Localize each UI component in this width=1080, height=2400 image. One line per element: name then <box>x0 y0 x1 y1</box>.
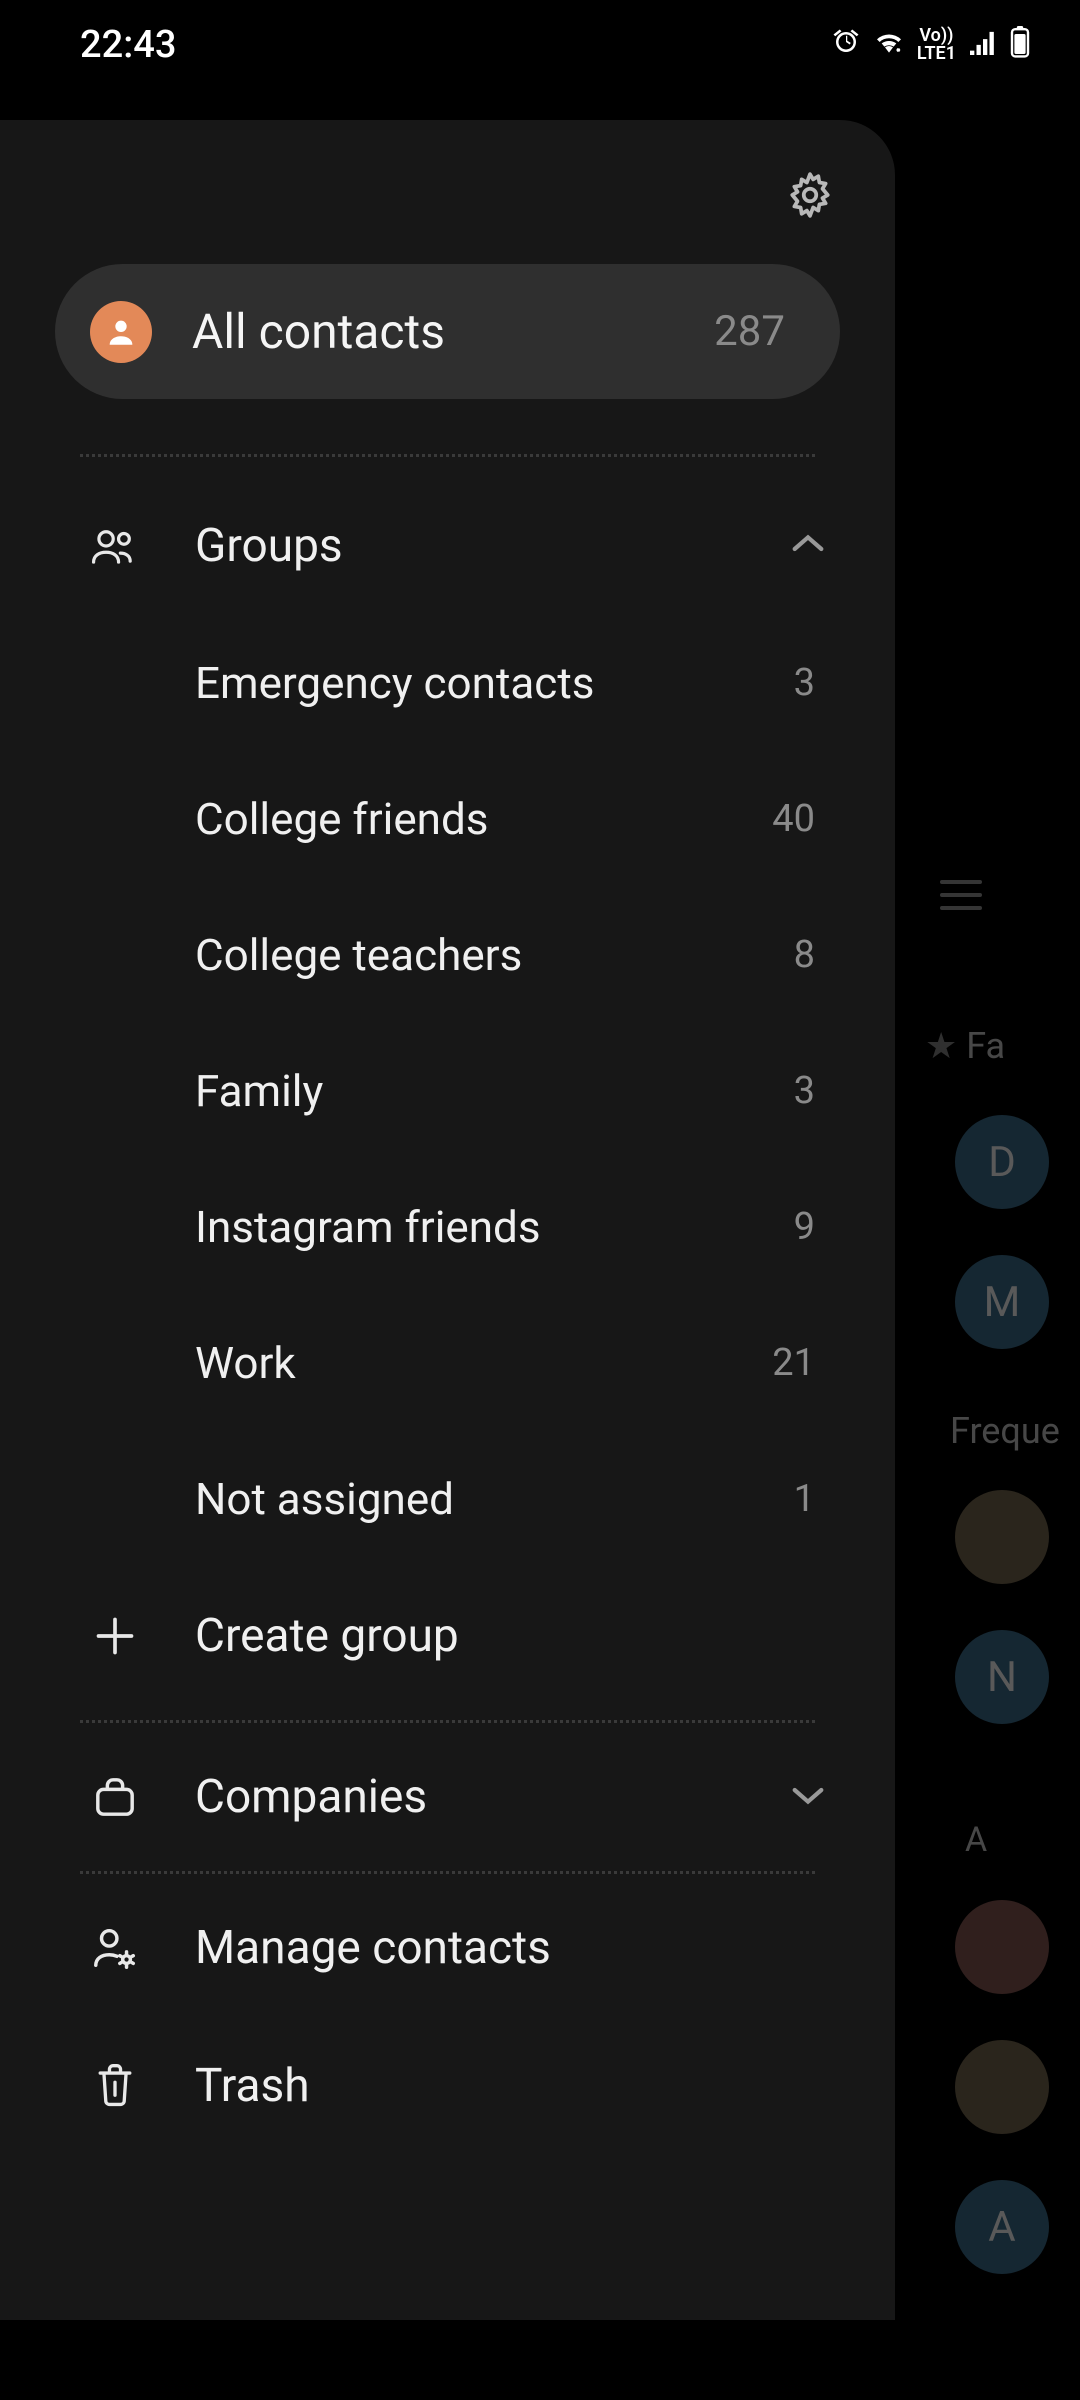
group-item-college-friends[interactable]: College friends 40 <box>0 751 895 887</box>
favorites-header: ★ Fa <box>925 1025 1005 1067</box>
group-count: 3 <box>794 661 815 705</box>
contact-avatar[interactable] <box>955 1900 1049 1994</box>
trash-icon <box>90 2062 140 2110</box>
groups-label: Groups <box>195 519 791 573</box>
group-item-instagram[interactable]: Instagram friends 9 <box>0 1159 895 1295</box>
wifi-icon <box>873 28 905 63</box>
companies-label: Companies <box>195 1770 791 1824</box>
contact-avatar[interactable]: N <box>955 1630 1049 1724</box>
status-time: 22:43 <box>80 23 176 67</box>
group-count: 40 <box>772 797 815 841</box>
group-count: 1 <box>794 1477 815 1521</box>
divider <box>80 1720 815 1723</box>
group-count: 3 <box>794 1069 815 1113</box>
group-label: College teachers <box>195 929 794 981</box>
briefcase-icon <box>90 1776 140 1818</box>
contact-avatar[interactable]: D <box>955 1115 1049 1209</box>
contact-avatar[interactable] <box>955 1490 1049 1584</box>
divider <box>80 1871 815 1874</box>
signal-icon <box>968 29 998 62</box>
chevron-up-icon <box>791 534 825 558</box>
group-item-emergency[interactable]: Emergency contacts 3 <box>0 615 895 751</box>
settings-icon[interactable] <box>785 170 835 224</box>
status-bar: 22:43 Vo)) LTE1 <box>0 0 1080 90</box>
create-group-label: Create group <box>195 1609 825 1663</box>
contact-avatar[interactable]: A <box>955 2180 1049 2274</box>
background-contacts: ★ Fa D M Freque N A A <box>895 120 1080 2400</box>
group-label: Work <box>195 1337 772 1389</box>
group-label: Not assigned <box>195 1473 794 1525</box>
group-item-work[interactable]: Work 21 <box>0 1295 895 1431</box>
person-icon <box>90 301 152 363</box>
trash-label: Trash <box>195 2059 825 2113</box>
group-item-not-assigned[interactable]: Not assigned 1 <box>0 1431 895 1567</box>
status-icons: Vo)) LTE1 <box>831 26 1030 65</box>
group-count: 9 <box>794 1205 815 1249</box>
lte-indicator: Vo)) LTE1 <box>917 27 956 63</box>
contact-avatar[interactable] <box>955 2040 1049 2134</box>
create-group-button[interactable]: Create group <box>0 1567 895 1705</box>
groups-icon <box>90 526 140 566</box>
companies-section[interactable]: Companies <box>0 1728 895 1866</box>
alarm-icon <box>831 27 861 64</box>
manage-contacts-label: Manage contacts <box>195 1921 825 1975</box>
groups-section-header[interactable]: Groups <box>0 477 895 615</box>
chevron-down-icon <box>791 1785 825 1809</box>
group-label: Emergency contacts <box>195 657 794 709</box>
group-item-college-teachers[interactable]: College teachers 8 <box>0 887 895 1023</box>
group-label: Family <box>195 1065 794 1117</box>
letter-header: A <box>965 1820 987 1860</box>
hamburger-icon[interactable] <box>940 880 982 910</box>
trash-button[interactable]: Trash <box>0 2017 895 2155</box>
battery-icon <box>1010 26 1030 65</box>
person-gear-icon <box>90 1926 140 1970</box>
all-contacts-count: 287 <box>714 307 785 356</box>
divider <box>80 454 815 457</box>
plus-icon <box>90 1614 140 1658</box>
frequent-header: Freque <box>950 1410 1060 1452</box>
all-contacts-label: All contacts <box>192 303 714 360</box>
contact-avatar[interactable]: M <box>955 1255 1049 1349</box>
group-count: 21 <box>772 1341 815 1385</box>
all-contacts-button[interactable]: All contacts 287 <box>55 264 840 399</box>
group-label: Instagram friends <box>195 1201 794 1253</box>
manage-contacts-button[interactable]: Manage contacts <box>0 1879 895 2017</box>
group-item-family[interactable]: Family 3 <box>0 1023 895 1159</box>
group-label: College friends <box>195 793 772 845</box>
navigation-drawer: All contacts 287 Groups Emergency contac… <box>0 120 895 2320</box>
group-count: 8 <box>794 933 815 977</box>
